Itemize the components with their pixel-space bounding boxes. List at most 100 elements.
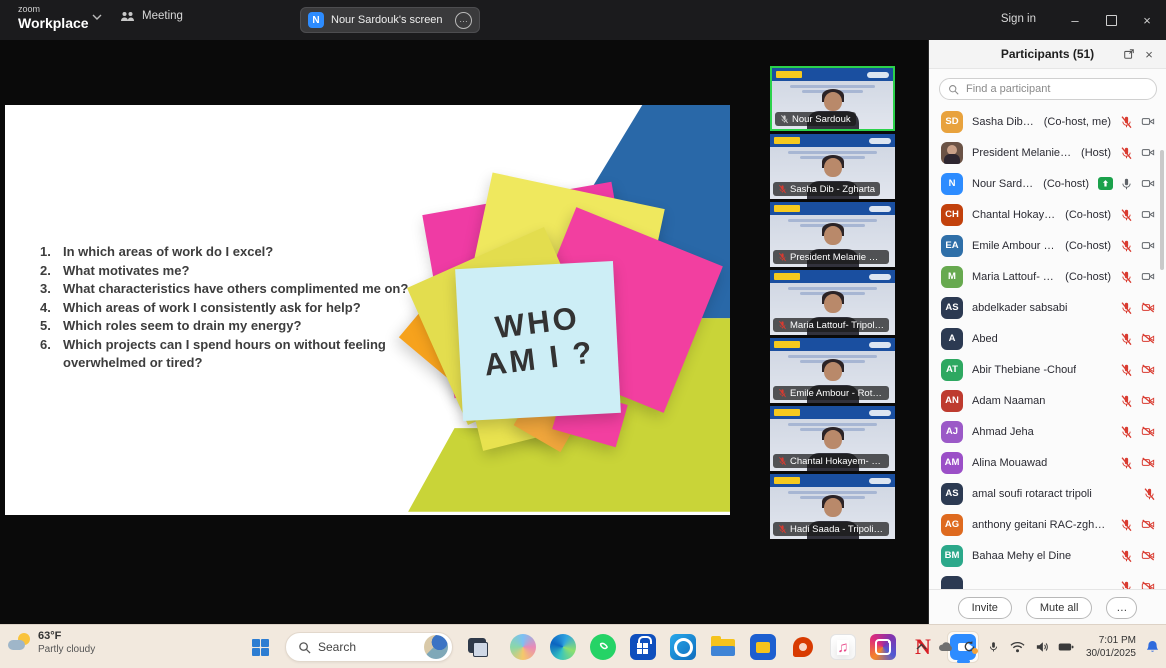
taskbar-app-itunes[interactable]: ♫ bbox=[827, 631, 859, 663]
microphone-icon[interactable] bbox=[986, 639, 1002, 655]
camera-on-icon bbox=[1140, 270, 1156, 283]
taskbar-app-mail[interactable] bbox=[747, 631, 779, 663]
start-button[interactable] bbox=[244, 631, 276, 663]
participant-row[interactable]: AN Adam Naaman bbox=[929, 385, 1166, 416]
microsoft-store-icon bbox=[630, 634, 656, 660]
sharer-avatar: N bbox=[308, 12, 324, 28]
participant-row[interactable]: AM Alina Mouawad bbox=[929, 447, 1166, 478]
taskbar-app-outlook[interactable] bbox=[667, 631, 699, 663]
taskbar-app-store[interactable] bbox=[627, 631, 659, 663]
participant-row[interactable]: EA Emile Ambour - Rotar... (Co-host) bbox=[929, 230, 1166, 261]
avatar: AG bbox=[941, 514, 963, 536]
participant-row[interactable]: AJ Ahmad Jeha bbox=[929, 416, 1166, 447]
participant-name: Sasha Dib - Zgharta bbox=[972, 116, 1035, 128]
mic-muted-icon bbox=[1120, 332, 1133, 346]
tab-meeting[interactable]: Meeting bbox=[120, 10, 183, 22]
participants-header: Participants (51) × bbox=[929, 40, 1166, 69]
hidden-icons-chevron-icon[interactable] bbox=[914, 639, 930, 655]
participant-row[interactable] bbox=[929, 571, 1166, 590]
participants-footer: Invite Mute all … bbox=[929, 589, 1166, 625]
video-thumbnail[interactable]: Chantal Hokayem- RA... bbox=[770, 406, 895, 471]
invite-button[interactable]: Invite bbox=[958, 597, 1012, 619]
taskbar-search[interactable]: Search bbox=[285, 632, 453, 662]
sync-update-icon[interactable] bbox=[962, 639, 978, 655]
meeting-people-icon bbox=[120, 11, 135, 22]
video-thumbnail[interactable]: Maria Lattouf- Tripoli... bbox=[770, 270, 895, 335]
office-icon bbox=[790, 634, 816, 660]
brand-workplace-text: Workplace bbox=[18, 16, 89, 30]
thumbnail-name-label: President Melanie Kadi... bbox=[773, 250, 889, 264]
system-tray: 7:01 PM 30/01/2025 bbox=[914, 625, 1160, 668]
wifi-icon[interactable] bbox=[1010, 639, 1026, 655]
camera-on-icon bbox=[1140, 177, 1156, 190]
close-panel-icon[interactable]: × bbox=[1140, 46, 1158, 62]
video-thumbnail[interactable]: Hadi Saada - Tripoli El-... bbox=[770, 474, 895, 539]
sign-in-button[interactable]: Sign in bbox=[1001, 13, 1036, 25]
weather-widget[interactable]: 63°F Partly cloudy bbox=[8, 630, 95, 656]
video-thumbnail[interactable]: Nour Sardouk bbox=[770, 66, 895, 131]
more-options-button[interactable]: … bbox=[1106, 597, 1137, 619]
mic-muted-icon bbox=[1120, 115, 1133, 129]
onedrive-icon[interactable] bbox=[938, 639, 954, 655]
minimize-button[interactable]: – bbox=[1056, 0, 1094, 40]
search-input[interactable] bbox=[964, 82, 1148, 96]
video-thumbnail[interactable]: Sasha Dib - Zgharta bbox=[770, 134, 895, 199]
notification-bell-icon[interactable] bbox=[1144, 639, 1160, 655]
camera-off-icon bbox=[1140, 425, 1156, 438]
avatar: AS bbox=[941, 483, 963, 505]
shared-screen-pill[interactable]: N Nour Sardouk's screen … bbox=[300, 7, 480, 33]
taskbar-app-edge[interactable] bbox=[547, 631, 579, 663]
participant-row[interactable]: N Nour Sardouk (Co-host) bbox=[929, 168, 1166, 199]
participant-row[interactable]: SD Sasha Dib - Zgharta (Co-host, me) bbox=[929, 106, 1166, 137]
participant-row[interactable]: A Abed bbox=[929, 323, 1166, 354]
participant-status-icons bbox=[1120, 239, 1156, 253]
participant-search[interactable] bbox=[939, 78, 1157, 100]
scrollbar-thumb[interactable] bbox=[1160, 150, 1164, 270]
mic-muted-icon bbox=[1120, 301, 1133, 315]
popout-panel-icon[interactable] bbox=[1120, 46, 1138, 62]
mute-all-button[interactable]: Mute all bbox=[1026, 597, 1093, 619]
taskbar-app-instagram[interactable] bbox=[867, 631, 899, 663]
participant-status-icons bbox=[1143, 487, 1156, 501]
search-highlight-image[interactable] bbox=[424, 635, 448, 659]
taskbar-clock[interactable]: 7:01 PM 30/01/2025 bbox=[1086, 634, 1136, 660]
participants-panel: Participants (51) × SD Sasha Dib - Zghar… bbox=[928, 40, 1166, 625]
who-am-i-note: WHO AM I ? bbox=[455, 261, 621, 421]
participant-row[interactable]: CH Chantal Hokayem- RA... (Co-host) bbox=[929, 199, 1166, 230]
chevron-down-icon[interactable] bbox=[92, 14, 102, 20]
taskbar-app-whatsapp[interactable] bbox=[587, 631, 619, 663]
participant-name: Adam Naaman bbox=[972, 395, 1045, 407]
close-button[interactable]: × bbox=[1128, 0, 1166, 40]
battery-icon[interactable] bbox=[1058, 639, 1074, 655]
participant-row[interactable]: AT Abir Thebiane -Chouf bbox=[929, 354, 1166, 385]
maximize-button[interactable] bbox=[1092, 0, 1130, 40]
weather-icon bbox=[8, 632, 32, 654]
mic-muted-icon bbox=[1120, 239, 1133, 253]
participant-status-icons bbox=[1120, 115, 1156, 129]
participant-row[interactable]: AS abdelkader sabsabi bbox=[929, 292, 1166, 323]
thumbnail-name-label: Chantal Hokayem- RA... bbox=[773, 454, 889, 468]
taskbar-app-copilot[interactable] bbox=[507, 631, 539, 663]
taskbar-app-office[interactable] bbox=[787, 631, 819, 663]
mic-muted-icon bbox=[1120, 456, 1133, 470]
video-thumbnail[interactable]: President Melanie Kadi... bbox=[770, 202, 895, 267]
participant-row[interactable]: AG anthony geitani RAC-zgharta bbox=[929, 509, 1166, 540]
participant-status-icons bbox=[1120, 549, 1156, 563]
mic-muted-icon bbox=[1120, 549, 1133, 563]
file-explorer-icon bbox=[710, 634, 736, 660]
thumbnail-banner bbox=[770, 338, 895, 351]
video-thumbnail[interactable]: Emile Ambour - Rotara... bbox=[770, 338, 895, 403]
taskbar-app-file-explorer[interactable] bbox=[707, 631, 739, 663]
participant-row[interactable]: President Melanie Kadi - ... (Host) bbox=[929, 137, 1166, 168]
share-options-icon[interactable]: … bbox=[455, 12, 472, 29]
participant-row[interactable]: AS amal soufi rotaract tripoli bbox=[929, 478, 1166, 509]
volume-icon[interactable] bbox=[1034, 639, 1050, 655]
participant-list: SD Sasha Dib - Zgharta (Co-host, me) Pre… bbox=[929, 106, 1166, 590]
slide-question: 5.Which roles seem to drain my energy? bbox=[40, 317, 432, 336]
brand-zoom-text: zoom bbox=[18, 5, 89, 14]
task-view-button[interactable] bbox=[462, 631, 494, 663]
participant-row[interactable]: BM Bahaa Mehy el Dine bbox=[929, 540, 1166, 571]
participant-name: amal soufi rotaract tripoli bbox=[972, 488, 1092, 500]
participant-row[interactable]: M Maria Lattouf- Tripoli ... (Co-host) bbox=[929, 261, 1166, 292]
avatar: BM bbox=[941, 545, 963, 567]
